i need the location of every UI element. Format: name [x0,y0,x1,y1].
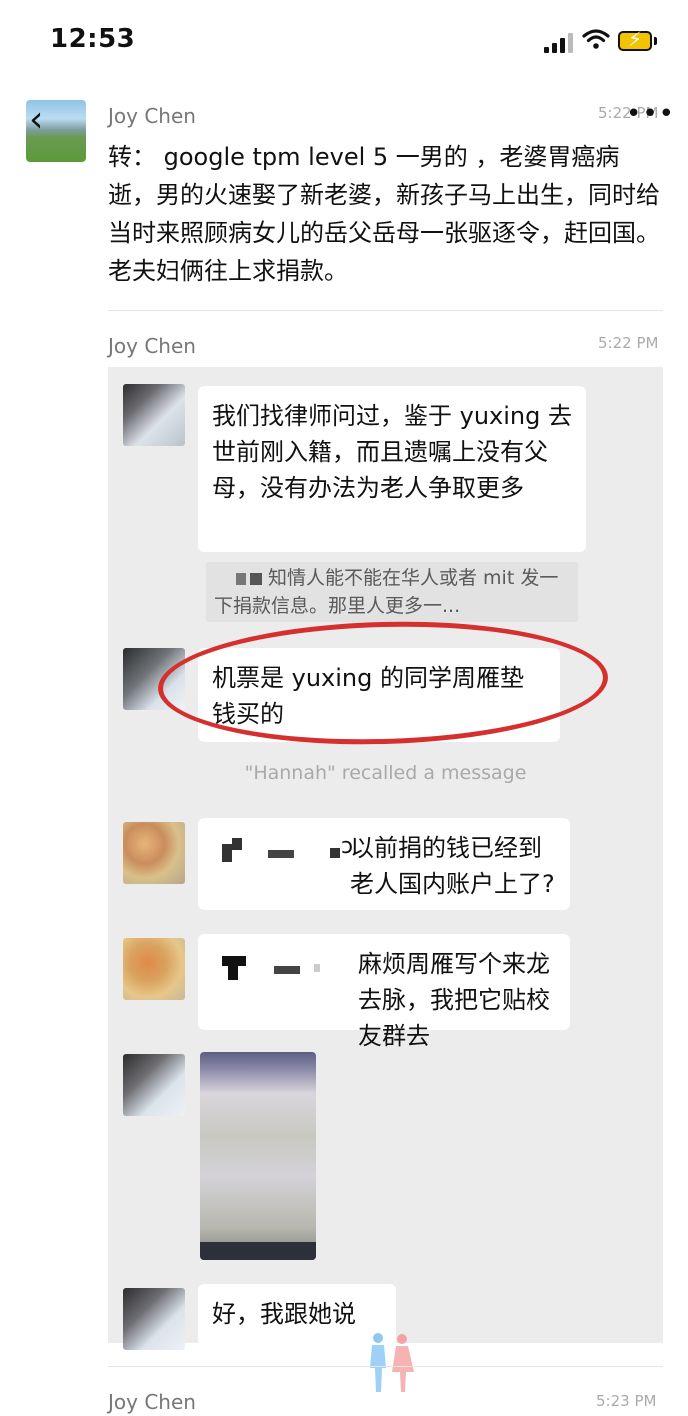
timestamp: 5:23 PM [596,1392,657,1410]
chat-avatar [123,938,185,1000]
back-chevron-icon[interactable]: ‹ [29,102,43,138]
post-text: 转： google tpm level 5 一男的 ，老婆胃癌病逝，男的火速娶了… [108,143,660,285]
sender-name: Joy Chen [108,334,196,358]
charging-bolt-icon: ⚡ [628,27,643,51]
status-bar: 12:53 ⚡ [0,0,688,80]
divider [108,310,663,311]
signal-icon [544,33,576,53]
chat-avatar [123,1288,185,1350]
chat-message: 我们找律师问过，鉴于 yuxing 去世前刚入籍，而且遗嘱上没有父母，没有办法为… [198,386,586,552]
pixelated-name [222,956,352,980]
chat-avatar [123,1054,185,1116]
more-icon[interactable]: ••• [626,101,675,127]
quote-text: 知情人能不能在华人或者 mit 发一下捐款信息。那里人更多一... [214,567,559,617]
image-message[interactable] [200,1052,316,1260]
divider [108,1366,663,1367]
watermark-couple-icon [370,1333,414,1392]
status-time: 12:53 [50,24,136,54]
chat-message: 以前捐的钱已经到老人国内账户上了? [198,818,570,910]
wifi-icon [582,29,610,49]
chat-avatar [123,384,185,446]
sender-name: Joy Chen [108,104,196,128]
timestamp: 5:22 PM [598,334,659,352]
pixelated-name: ɔ [222,834,353,862]
battery-cap [654,37,657,45]
chat-message: 麻烦周雁写个来龙去脉，我把它贴校友群去 [198,934,570,1050]
quoted-message: 知情人能不能在华人或者 mit 发一下捐款信息。那里人更多一... [206,562,578,622]
sender-name: Joy Chen [108,1390,196,1414]
chat-avatar [123,822,185,884]
recall-notice: "Hannah" recalled a message [244,762,527,784]
